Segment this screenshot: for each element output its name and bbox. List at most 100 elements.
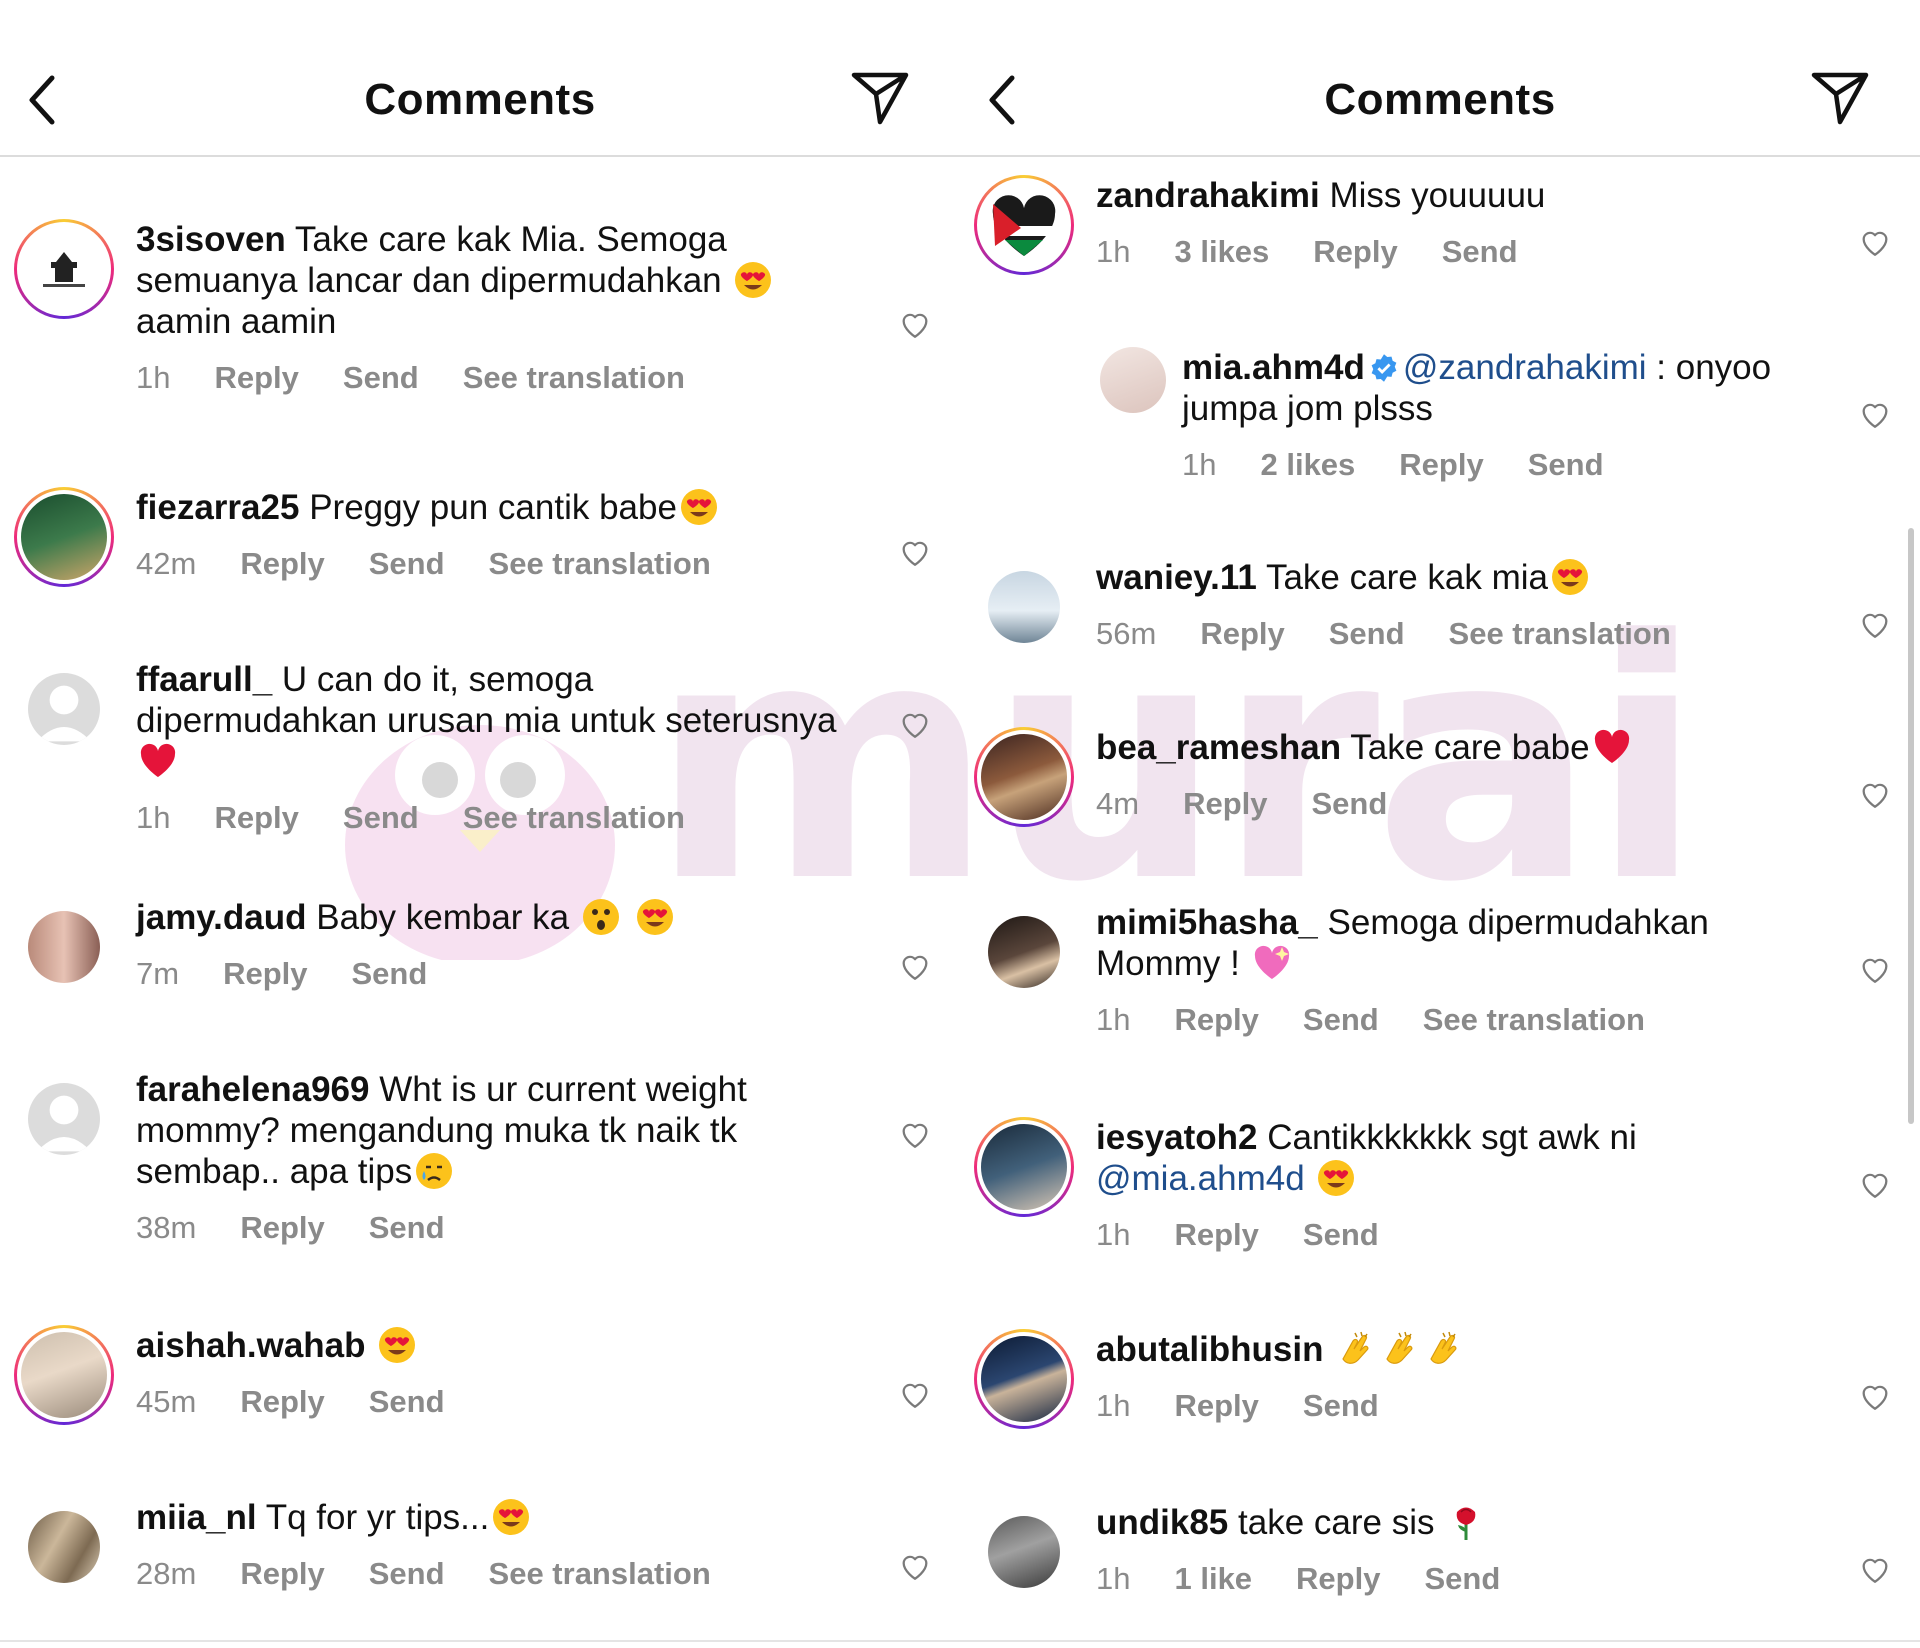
reply-button[interactable]: Reply [1183, 786, 1267, 822]
avatar[interactable] [974, 557, 1074, 657]
send-button[interactable]: Send [343, 360, 419, 396]
comment-text: take care sis [1238, 1503, 1435, 1542]
send-button[interactable]: Send [343, 800, 419, 836]
send-button[interactable]: Send [1303, 1388, 1379, 1424]
send-button[interactable]: Send [1303, 1002, 1379, 1038]
reply-button[interactable]: Reply [1174, 1217, 1258, 1253]
comment-time: 38m [136, 1210, 197, 1245]
comment-username[interactable]: fiezarra25 [136, 488, 299, 527]
avatar[interactable] [974, 727, 1074, 827]
avatar[interactable] [14, 487, 114, 587]
heart-outline-icon[interactable] [898, 307, 932, 341]
heart-outline-icon[interactable] [898, 707, 932, 741]
send-button[interactable]: Send [1442, 234, 1518, 270]
send-button[interactable]: Send [1312, 786, 1388, 822]
avatar[interactable] [974, 1117, 1074, 1217]
avatar[interactable] [974, 902, 1074, 1002]
comment-time: 45m [136, 1384, 197, 1419]
reply-button[interactable]: Reply [1200, 616, 1284, 652]
comment-username[interactable]: waniey.11 [1096, 558, 1257, 597]
see-translation-button[interactable]: See translation [1449, 616, 1671, 652]
avatar[interactable] [14, 1497, 114, 1597]
avatar[interactable] [14, 219, 114, 319]
heart-outline-icon[interactable] [1858, 607, 1892, 641]
avatar[interactable] [974, 1502, 1074, 1602]
reply-button[interactable]: Reply [214, 360, 298, 396]
heart-outline-icon[interactable] [898, 1117, 932, 1151]
comment-username[interactable]: ffaarull_ [136, 660, 272, 699]
reply-button[interactable]: Reply [1399, 447, 1483, 483]
heart-outline-icon[interactable] [1858, 952, 1892, 986]
mention-link[interactable]: @mia.ahm4d [1096, 1159, 1305, 1198]
mention-link[interactable]: @zandrahakimi [1403, 348, 1647, 387]
avatar[interactable] [14, 1069, 114, 1169]
sparkling-heart-emoji-icon [1252, 943, 1292, 983]
reply-button[interactable]: Reply [240, 1210, 324, 1246]
heart-outline-icon[interactable] [898, 1549, 932, 1583]
send-button[interactable]: Send [1329, 616, 1405, 652]
send-button[interactable]: Send [1303, 1217, 1379, 1253]
reply-button[interactable]: Reply [214, 800, 298, 836]
see-translation-button[interactable]: See translation [463, 800, 685, 836]
comment-username[interactable]: iesyatoh2 [1096, 1118, 1257, 1157]
heart-outline-icon[interactable] [898, 535, 932, 569]
default-avatar-icon [28, 673, 100, 745]
avatar[interactable] [14, 897, 114, 997]
likes-count[interactable]: 3 likes [1174, 234, 1269, 270]
avatar[interactable] [974, 1329, 1074, 1429]
heart-outline-icon[interactable] [1858, 777, 1892, 811]
likes-count[interactable]: 1 like [1174, 1561, 1252, 1597]
comment-username[interactable]: abutalibhusin [1096, 1330, 1324, 1369]
heart-outline-icon[interactable] [898, 949, 932, 983]
paper-plane-icon[interactable] [850, 70, 910, 126]
avatar[interactable] [1100, 347, 1166, 413]
comment-username[interactable]: mimi5hasha_ [1096, 903, 1318, 942]
comment-username[interactable]: aishah.wahab [136, 1326, 366, 1365]
comment-username[interactable]: miia_nl [136, 1498, 257, 1537]
send-button[interactable]: Send [369, 1556, 445, 1592]
comment-time: 56m [1096, 616, 1157, 651]
comment-username[interactable]: bea_rameshan [1096, 728, 1341, 767]
heart-outline-icon[interactable] [1858, 1379, 1892, 1413]
see-translation-button[interactable]: See translation [489, 546, 711, 582]
heart-eyes-emoji-icon [1550, 557, 1590, 597]
see-translation-button[interactable]: See translation [1423, 1002, 1645, 1038]
avatar[interactable] [14, 1325, 114, 1425]
comment-username[interactable]: mia.ahm4d [1182, 348, 1365, 387]
likes-count[interactable]: 2 likes [1260, 447, 1355, 483]
heart-outline-icon[interactable] [1858, 1552, 1892, 1586]
send-button[interactable]: Send [352, 956, 428, 992]
see-translation-button[interactable]: See translation [489, 1556, 711, 1592]
comment-time: 1h [136, 800, 171, 835]
reply-button[interactable]: Reply [223, 956, 307, 992]
paper-plane-icon[interactable] [1810, 70, 1870, 126]
reply-button[interactable]: Reply [240, 1556, 324, 1592]
reply-button[interactable]: Reply [1313, 234, 1397, 270]
reply-button[interactable]: Reply [240, 1384, 324, 1420]
send-button[interactable]: Send [369, 1384, 445, 1420]
comment-time: 4m [1096, 786, 1140, 821]
avatar[interactable] [974, 175, 1074, 275]
comment-username[interactable]: undik85 [1096, 1503, 1228, 1542]
heart-outline-icon[interactable] [1858, 397, 1892, 431]
comment-username[interactable]: jamy.daud [136, 898, 307, 937]
comment-username[interactable]: 3sisoven [136, 220, 286, 259]
heart-outline-icon[interactable] [898, 1377, 932, 1411]
see-translation-button[interactable]: See translation [463, 360, 685, 396]
scrollbar[interactable] [1908, 528, 1914, 1124]
reply-button[interactable]: Reply [1174, 1002, 1258, 1038]
comment-time: 28m [136, 1556, 197, 1591]
comment-username[interactable]: farahelena969 [136, 1070, 369, 1109]
heart-outline-icon[interactable] [1858, 1167, 1892, 1201]
send-button[interactable]: Send [1424, 1561, 1500, 1597]
reply-button[interactable]: Reply [240, 546, 324, 582]
send-button[interactable]: Send [369, 546, 445, 582]
avatar[interactable] [14, 659, 114, 759]
comment-username[interactable]: zandrahakimi [1096, 176, 1320, 215]
send-button[interactable]: Send [369, 1210, 445, 1246]
heart-outline-icon[interactable] [1858, 225, 1892, 259]
reply-button[interactable]: Reply [1296, 1561, 1380, 1597]
send-button[interactable]: Send [1528, 447, 1604, 483]
heart-eyes-emoji-icon [635, 897, 675, 937]
reply-button[interactable]: Reply [1174, 1388, 1258, 1424]
